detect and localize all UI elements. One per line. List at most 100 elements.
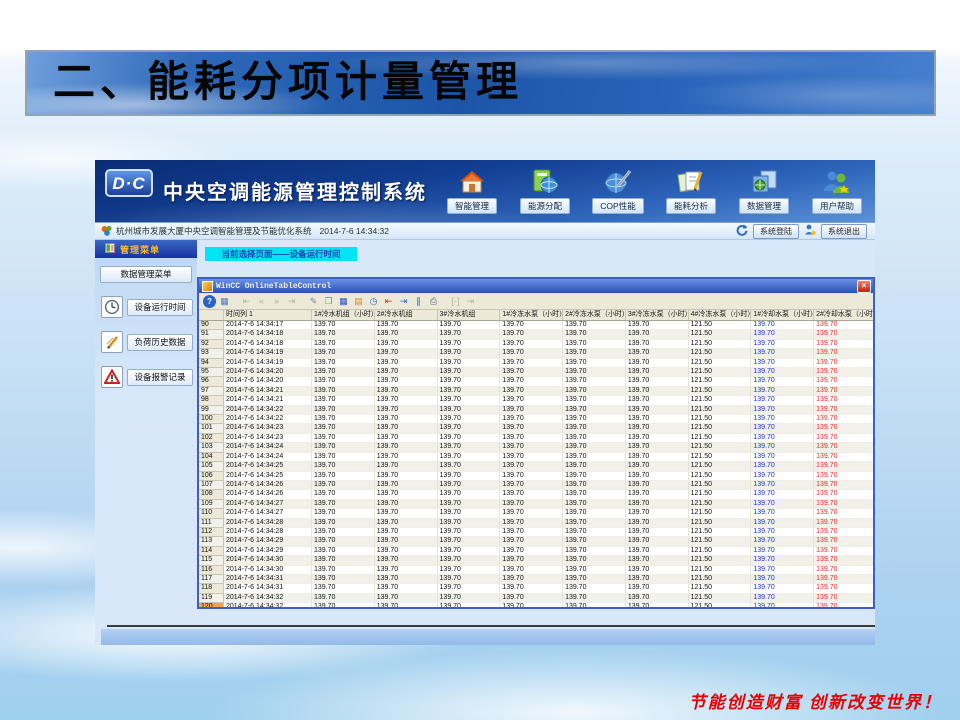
sidebar-item-runtime[interactable]: 设备运行时间: [101, 296, 193, 318]
row-number[interactable]: 115: [199, 556, 224, 565]
export-end-icon[interactable]: ⇥: [397, 295, 410, 308]
row-number[interactable]: 118: [199, 584, 224, 593]
nav-item-label[interactable]: 智能管理: [447, 198, 497, 214]
column-header[interactable]: 3#冷水机组: [437, 310, 500, 321]
table-row[interactable]: 1052014-7-6 14:34:25139.70139.70139.7013…: [199, 462, 875, 471]
nav-item-label[interactable]: 用户帮助: [812, 198, 862, 214]
sidebar-submenu-button[interactable]: 数据管理菜单: [100, 266, 192, 283]
row-number[interactable]: 90: [199, 321, 224, 330]
table-row[interactable]: 1092014-7-6 14:34:27139.70139.70139.7013…: [199, 499, 875, 508]
table-row[interactable]: 1102014-7-6 14:34:27139.70139.70139.7013…: [199, 509, 875, 518]
row-number[interactable]: 120: [199, 603, 224, 609]
row-number[interactable]: 117: [199, 574, 224, 583]
row-number[interactable]: 99: [199, 405, 224, 414]
nav-item-user-help[interactable]: 用户帮助: [805, 165, 869, 214]
nav-item-energy-analysis[interactable]: 能耗分析: [659, 165, 723, 214]
table-row[interactable]: 1112014-7-6 14:34:28139.70139.70139.7013…: [199, 518, 875, 527]
row-number[interactable]: 94: [199, 358, 224, 367]
table-row[interactable]: 912014-7-6 14:34:18139.70139.70139.70139…: [199, 330, 875, 339]
column-header[interactable]: 2#冷水机组: [374, 310, 437, 321]
nav-item-intelligent-management[interactable]: 智能管理: [440, 165, 504, 214]
row-number[interactable]: 119: [199, 593, 224, 602]
table-row[interactable]: 1122014-7-6 14:34:28139.70139.70139.7013…: [199, 527, 875, 536]
export-table-config-icon[interactable]: ▦: [218, 295, 231, 308]
row-number[interactable]: 104: [199, 452, 224, 461]
table-row[interactable]: 932014-7-6 14:34:19139.70139.70139.70139…: [199, 349, 875, 358]
table-row[interactable]: 1082014-7-6 14:34:26139.70139.70139.7013…: [199, 490, 875, 499]
sidebar-item-label[interactable]: 设备运行时间: [127, 299, 193, 316]
column-header[interactable]: 1#冷水机组（小时）: [312, 310, 375, 321]
table-row[interactable]: 972014-7-6 14:34:21139.70139.70139.70139…: [199, 386, 875, 395]
sidebar-item-load-history[interactable]: 负荷历史数据: [101, 331, 193, 353]
table-row[interactable]: 922014-7-6 14:34:18139.70139.70139.70139…: [199, 339, 875, 348]
column-header[interactable]: 1#冷却水泵（小时）: [751, 310, 814, 321]
select-columns-icon[interactable]: ▦: [337, 295, 350, 308]
row-number[interactable]: 112: [199, 527, 224, 536]
row-number[interactable]: 105: [199, 462, 224, 471]
row-number[interactable]: 95: [199, 368, 224, 377]
copy-icon[interactable]: ❐: [322, 295, 335, 308]
table-row[interactable]: 1042014-7-6 14:34:24139.70139.70139.7013…: [199, 452, 875, 461]
time-range-icon[interactable]: ▤: [352, 295, 365, 308]
row-number[interactable]: 116: [199, 565, 224, 574]
time-base-clock-icon[interactable]: ◷: [367, 295, 380, 308]
table-row[interactable]: 1032014-7-6 14:34:24139.70139.70139.7013…: [199, 443, 875, 452]
row-number[interactable]: 108: [199, 490, 224, 499]
row-number[interactable]: 92: [199, 339, 224, 348]
column-header[interactable]: 4#冷冻水泵（小时）: [688, 310, 751, 321]
sidebar-item-alarm-records[interactable]: 设备报警记录: [101, 366, 193, 388]
table-row[interactable]: 1022014-7-6 14:34:23139.70139.70139.7013…: [199, 433, 875, 442]
table-row[interactable]: 1132014-7-6 14:34:29139.70139.70139.7013…: [199, 537, 875, 546]
table-row[interactable]: 1162014-7-6 14:34:30139.70139.70139.7013…: [199, 565, 875, 574]
sidebar-item-label[interactable]: 负荷历史数据: [127, 334, 193, 351]
table-row[interactable]: 1182014-7-6 14:34:31139.70139.70139.7013…: [199, 584, 875, 593]
table-row[interactable]: 1152014-7-6 14:34:30139.70139.70139.7013…: [199, 556, 875, 565]
pause-refresh-icon[interactable]: ∥: [412, 295, 425, 308]
export-begin-icon[interactable]: ⇤: [382, 295, 395, 308]
table-row[interactable]: 902014-7-6 14:34:17139.70139.70139.70139…: [199, 321, 875, 330]
column-header[interactable]: 时间列 1: [224, 310, 312, 321]
column-header[interactable]: 3#冷冻水泵（小时）: [625, 310, 688, 321]
row-number[interactable]: 102: [199, 433, 224, 442]
table-row[interactable]: 982014-7-6 14:34:21139.70139.70139.70139…: [199, 396, 875, 405]
row-number[interactable]: 91: [199, 330, 224, 339]
nav-item-label[interactable]: 能源分配: [520, 198, 570, 214]
nav-item-energy-allocation[interactable]: 能源分配: [513, 165, 577, 214]
row-number[interactable]: 93: [199, 349, 224, 358]
row-number[interactable]: 114: [199, 546, 224, 555]
table-row[interactable]: 1062014-7-6 14:34:25139.70139.70139.7013…: [199, 471, 875, 480]
table-row[interactable]: 942014-7-6 14:34:19139.70139.70139.70139…: [199, 358, 875, 367]
table-row[interactable]: 962014-7-6 14:34:20139.70139.70139.70139…: [199, 377, 875, 386]
row-number[interactable]: 106: [199, 471, 224, 480]
help-icon[interactable]: ?: [203, 295, 216, 308]
row-number[interactable]: 113: [199, 537, 224, 546]
column-header[interactable]: 1#冷冻水泵（小时）: [500, 310, 563, 321]
nav-item-data-management[interactable]: 数据管理: [732, 165, 796, 214]
table-row[interactable]: 1172014-7-6 14:34:31139.70139.70139.7013…: [199, 574, 875, 583]
column-header[interactable]: 2#冷却水泵（小时）: [814, 310, 875, 321]
wincc-titlebar[interactable]: WinCC OnlineTableControl ×: [199, 279, 873, 293]
row-number[interactable]: 96: [199, 377, 224, 386]
row-number[interactable]: 97: [199, 386, 224, 395]
row-number[interactable]: 109: [199, 499, 224, 508]
table-row[interactable]: 952014-7-6 14:34:20139.70139.70139.70139…: [199, 368, 875, 377]
row-number[interactable]: 110: [199, 509, 224, 518]
table-row[interactable]: 1142014-7-6 14:34:29139.70139.70139.7013…: [199, 546, 875, 555]
table-row[interactable]: 1002014-7-6 14:34:22139.70139.70139.7013…: [199, 415, 875, 424]
row-number[interactable]: 111: [199, 518, 224, 527]
column-header[interactable]: 2#冷冻水泵（小时）: [563, 310, 626, 321]
table-row[interactable]: 1202014-7-6 14:34:32139.70139.70139.7013…: [199, 603, 875, 609]
row-number[interactable]: 103: [199, 443, 224, 452]
table-row[interactable]: 992014-7-6 14:34:22139.70139.70139.70139…: [199, 405, 875, 414]
sidebar-item-label[interactable]: 设备报警记录: [127, 369, 193, 386]
print-icon[interactable]: ⎙: [427, 295, 440, 308]
nav-item-label[interactable]: 数据管理: [739, 198, 789, 214]
nav-item-cop-performance[interactable]: COP性能: [586, 165, 650, 214]
row-number[interactable]: 98: [199, 396, 224, 405]
table-row[interactable]: 1192014-7-6 14:34:32139.70139.70139.7013…: [199, 593, 875, 602]
nav-item-label[interactable]: 能耗分析: [666, 198, 716, 214]
row-number[interactable]: 100: [199, 415, 224, 424]
system-login-button[interactable]: 系统登陆: [753, 224, 799, 239]
table-row[interactable]: 1072014-7-6 14:34:26139.70139.70139.7013…: [199, 480, 875, 489]
close-icon[interactable]: ×: [857, 280, 871, 293]
